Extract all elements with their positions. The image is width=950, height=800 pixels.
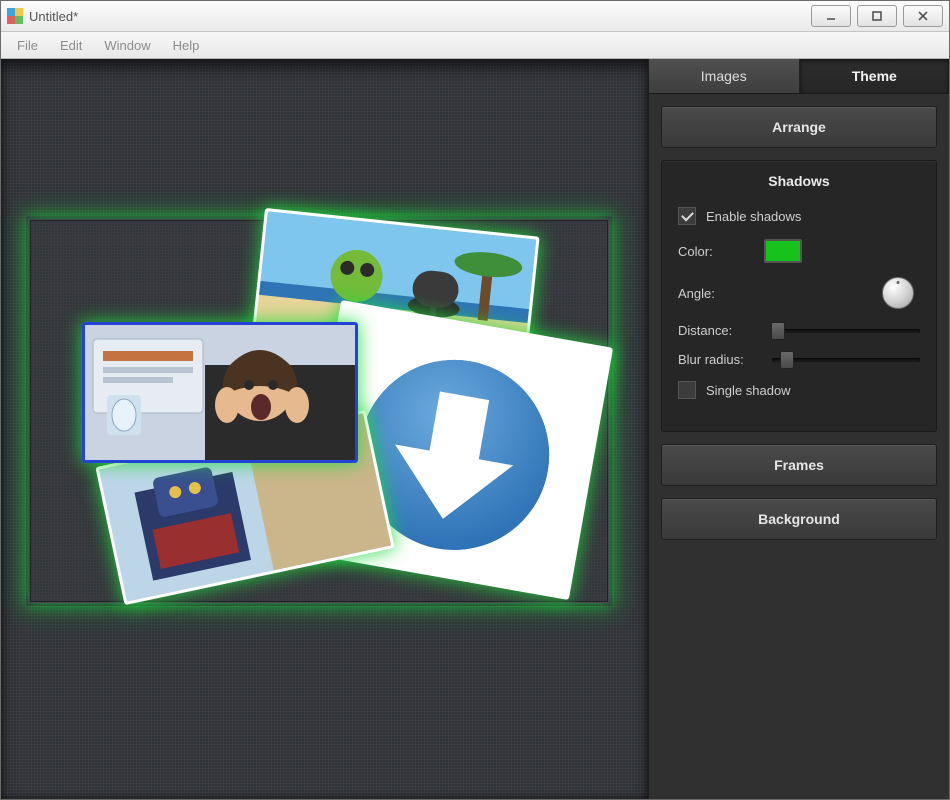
blur-label: Blur radius: bbox=[678, 352, 764, 367]
angle-dial[interactable] bbox=[882, 277, 914, 309]
background-button[interactable]: Background bbox=[661, 498, 937, 540]
title-bar: Untitled* bbox=[1, 1, 949, 32]
shadow-blur-row: Blur radius: bbox=[678, 352, 920, 367]
canvas-area[interactable] bbox=[1, 59, 648, 799]
menu-file[interactable]: File bbox=[17, 38, 38, 53]
distance-slider-thumb[interactable] bbox=[771, 322, 785, 340]
window-title: Untitled* bbox=[29, 9, 78, 24]
theme-panel: Arrange Shadows Enable shadows Color: An… bbox=[649, 94, 949, 552]
shadow-color-swatch[interactable] bbox=[764, 239, 802, 263]
app-window: Untitled* File Edit Window Help bbox=[0, 0, 950, 800]
close-button[interactable] bbox=[903, 5, 943, 27]
arrange-button[interactable]: Arrange bbox=[661, 106, 937, 148]
collage-frame[interactable] bbox=[29, 219, 609, 603]
side-panel: Images Theme Arrange Shadows Enable shad… bbox=[648, 59, 949, 799]
distance-slider[interactable] bbox=[772, 329, 920, 333]
tab-theme[interactable]: Theme bbox=[800, 59, 950, 93]
enable-shadows-row: Enable shadows bbox=[678, 207, 920, 225]
window-controls bbox=[811, 5, 943, 27]
enable-shadows-label: Enable shadows bbox=[706, 209, 801, 224]
menu-bar: File Edit Window Help bbox=[1, 32, 949, 59]
color-label: Color: bbox=[678, 244, 764, 259]
angle-label: Angle: bbox=[678, 286, 764, 301]
enable-shadows-checkbox[interactable] bbox=[678, 207, 696, 225]
maximize-button[interactable] bbox=[857, 5, 897, 27]
single-shadow-label: Single shadow bbox=[706, 383, 791, 398]
app-icon bbox=[7, 8, 23, 24]
shadow-distance-row: Distance: bbox=[678, 323, 920, 338]
maximize-icon bbox=[871, 10, 883, 22]
tab-strip: Images Theme bbox=[649, 59, 949, 94]
shadow-color-row: Color: bbox=[678, 239, 920, 263]
collage-image-scream[interactable] bbox=[85, 325, 355, 460]
frames-button[interactable]: Frames bbox=[661, 444, 937, 486]
single-shadow-row: Single shadow bbox=[678, 381, 920, 399]
minimize-button[interactable] bbox=[811, 5, 851, 27]
tab-images[interactable]: Images bbox=[649, 59, 800, 93]
menu-window[interactable]: Window bbox=[104, 38, 150, 53]
menu-help[interactable]: Help bbox=[173, 38, 200, 53]
shadows-title: Shadows bbox=[678, 173, 920, 189]
shadows-section: Shadows Enable shadows Color: Angle: bbox=[661, 160, 937, 432]
shadow-angle-row: Angle: bbox=[678, 277, 920, 309]
distance-label: Distance: bbox=[678, 323, 764, 338]
menu-edit[interactable]: Edit bbox=[60, 38, 82, 53]
minimize-icon bbox=[825, 10, 837, 22]
blur-slider[interactable] bbox=[772, 358, 920, 362]
single-shadow-checkbox[interactable] bbox=[678, 381, 696, 399]
workspace: Images Theme Arrange Shadows Enable shad… bbox=[1, 59, 949, 799]
close-icon bbox=[917, 10, 929, 22]
blur-slider-thumb[interactable] bbox=[780, 351, 794, 369]
